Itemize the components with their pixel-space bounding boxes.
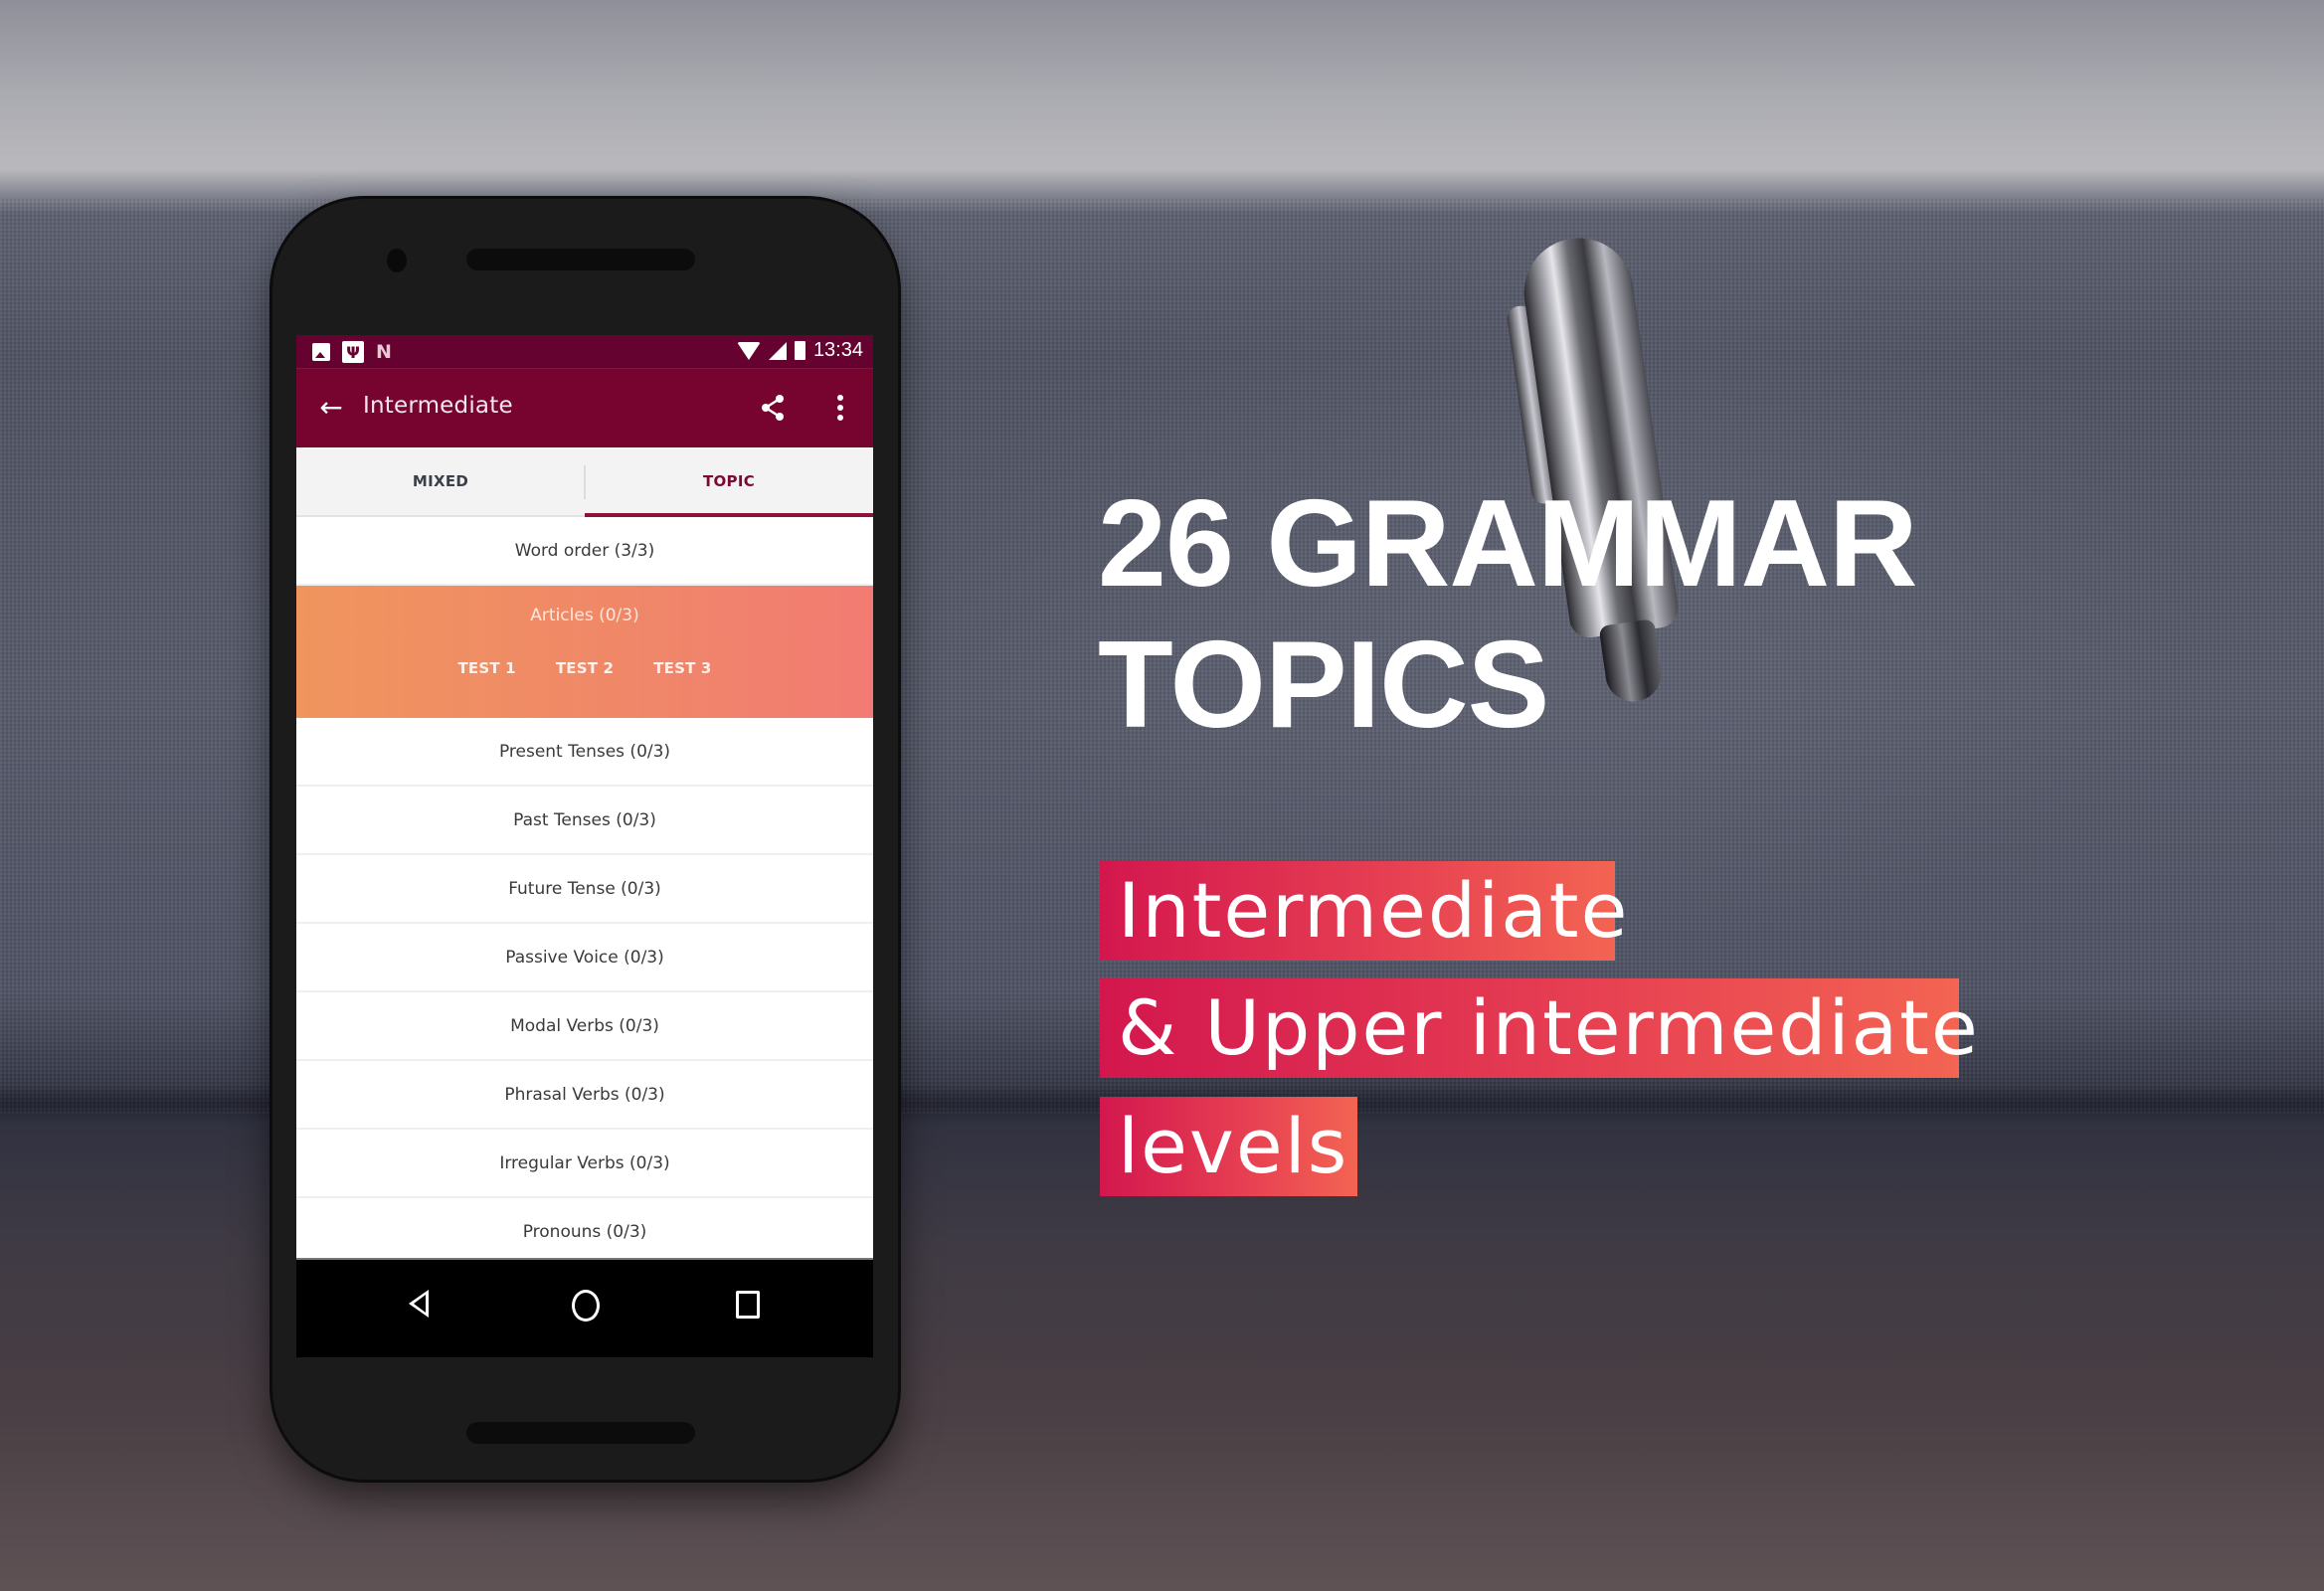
topic-title-articles: Articles (0/3) <box>530 606 639 625</box>
share-icon[interactable] <box>756 391 790 425</box>
topic-row-irregular-verbs[interactable]: Irregular Verbs (0/3) <box>296 1130 873 1198</box>
promo-tag-intermediate: Intermediate <box>1100 861 1627 961</box>
battery-charging-icon <box>794 341 805 360</box>
usb-icon: Ψ <box>342 341 364 363</box>
arrow-left-icon[interactable]: ← <box>314 391 348 425</box>
app-bar: ← Intermediate <box>296 368 873 448</box>
topic-row-passive-voice[interactable]: Passive Voice (0/3) <box>296 924 873 992</box>
signal-icon <box>768 341 787 360</box>
tab-mixed[interactable]: MIXED <box>296 447 585 515</box>
speaker-grille-top <box>466 249 695 270</box>
topic-row-word-order[interactable]: Word order (3/3) <box>296 517 873 586</box>
topic-row-modal-verbs[interactable]: Modal Verbs (0/3) <box>296 992 873 1061</box>
nav-back-icon[interactable] <box>409 1290 429 1318</box>
topic-row-future-tense[interactable]: Future Tense (0/3) <box>296 855 873 924</box>
promo-headline: 26 GRAMMAR TOPICS <box>1098 473 1918 756</box>
system-nav-bar <box>296 1258 873 1357</box>
phone-device: Ψ N 13:34 ← Intermediate MIXED TOPIC Wor… <box>272 199 898 1480</box>
more-vert-icon[interactable] <box>823 391 857 425</box>
test-1-button[interactable]: TEST 1 <box>457 659 515 677</box>
status-time: 13:34 <box>812 339 863 361</box>
topic-list: Word order (3/3) Articles (0/3) TEST 1 T… <box>296 517 873 1335</box>
camera-icon <box>387 249 407 272</box>
image-icon <box>312 343 330 361</box>
page-title: Intermediate <box>363 393 513 419</box>
nav-recents-icon[interactable] <box>736 1291 760 1319</box>
topic-row-past-tenses[interactable]: Past Tenses (0/3) <box>296 787 873 855</box>
topic-row-phrasal-verbs[interactable]: Phrasal Verbs (0/3) <box>296 1061 873 1130</box>
n-notification-icon: N <box>376 341 392 363</box>
wifi-icon <box>736 341 761 360</box>
test-3-button[interactable]: TEST 3 <box>653 659 711 677</box>
tab-topic[interactable]: TOPIC <box>585 447 873 515</box>
headline-line-1: 26 GRAMMAR <box>1098 475 1918 613</box>
topic-row-pronouns[interactable]: Pronouns (0/3) <box>296 1198 873 1267</box>
promo-tag-levels: levels <box>1100 1097 1357 1196</box>
test-buttons: TEST 1 TEST 2 TEST 3 <box>296 659 873 677</box>
promo-tag-upper-intermediate: & Upper intermediate <box>1100 978 1978 1078</box>
speaker-grille-bottom <box>466 1422 695 1444</box>
status-bar: Ψ N 13:34 <box>296 335 873 368</box>
phone-screen: Ψ N 13:34 ← Intermediate MIXED TOPIC Wor… <box>296 335 873 1357</box>
tab-bar: MIXED TOPIC <box>296 447 873 517</box>
nav-home-icon[interactable] <box>572 1290 600 1322</box>
test-2-button[interactable]: TEST 2 <box>556 659 614 677</box>
topic-row-present-tenses[interactable]: Present Tenses (0/3) <box>296 718 873 787</box>
topic-row-articles-expanded[interactable]: Articles (0/3) TEST 1 TEST 2 TEST 3 <box>296 586 873 718</box>
headline-line-2: TOPICS <box>1098 617 1549 754</box>
